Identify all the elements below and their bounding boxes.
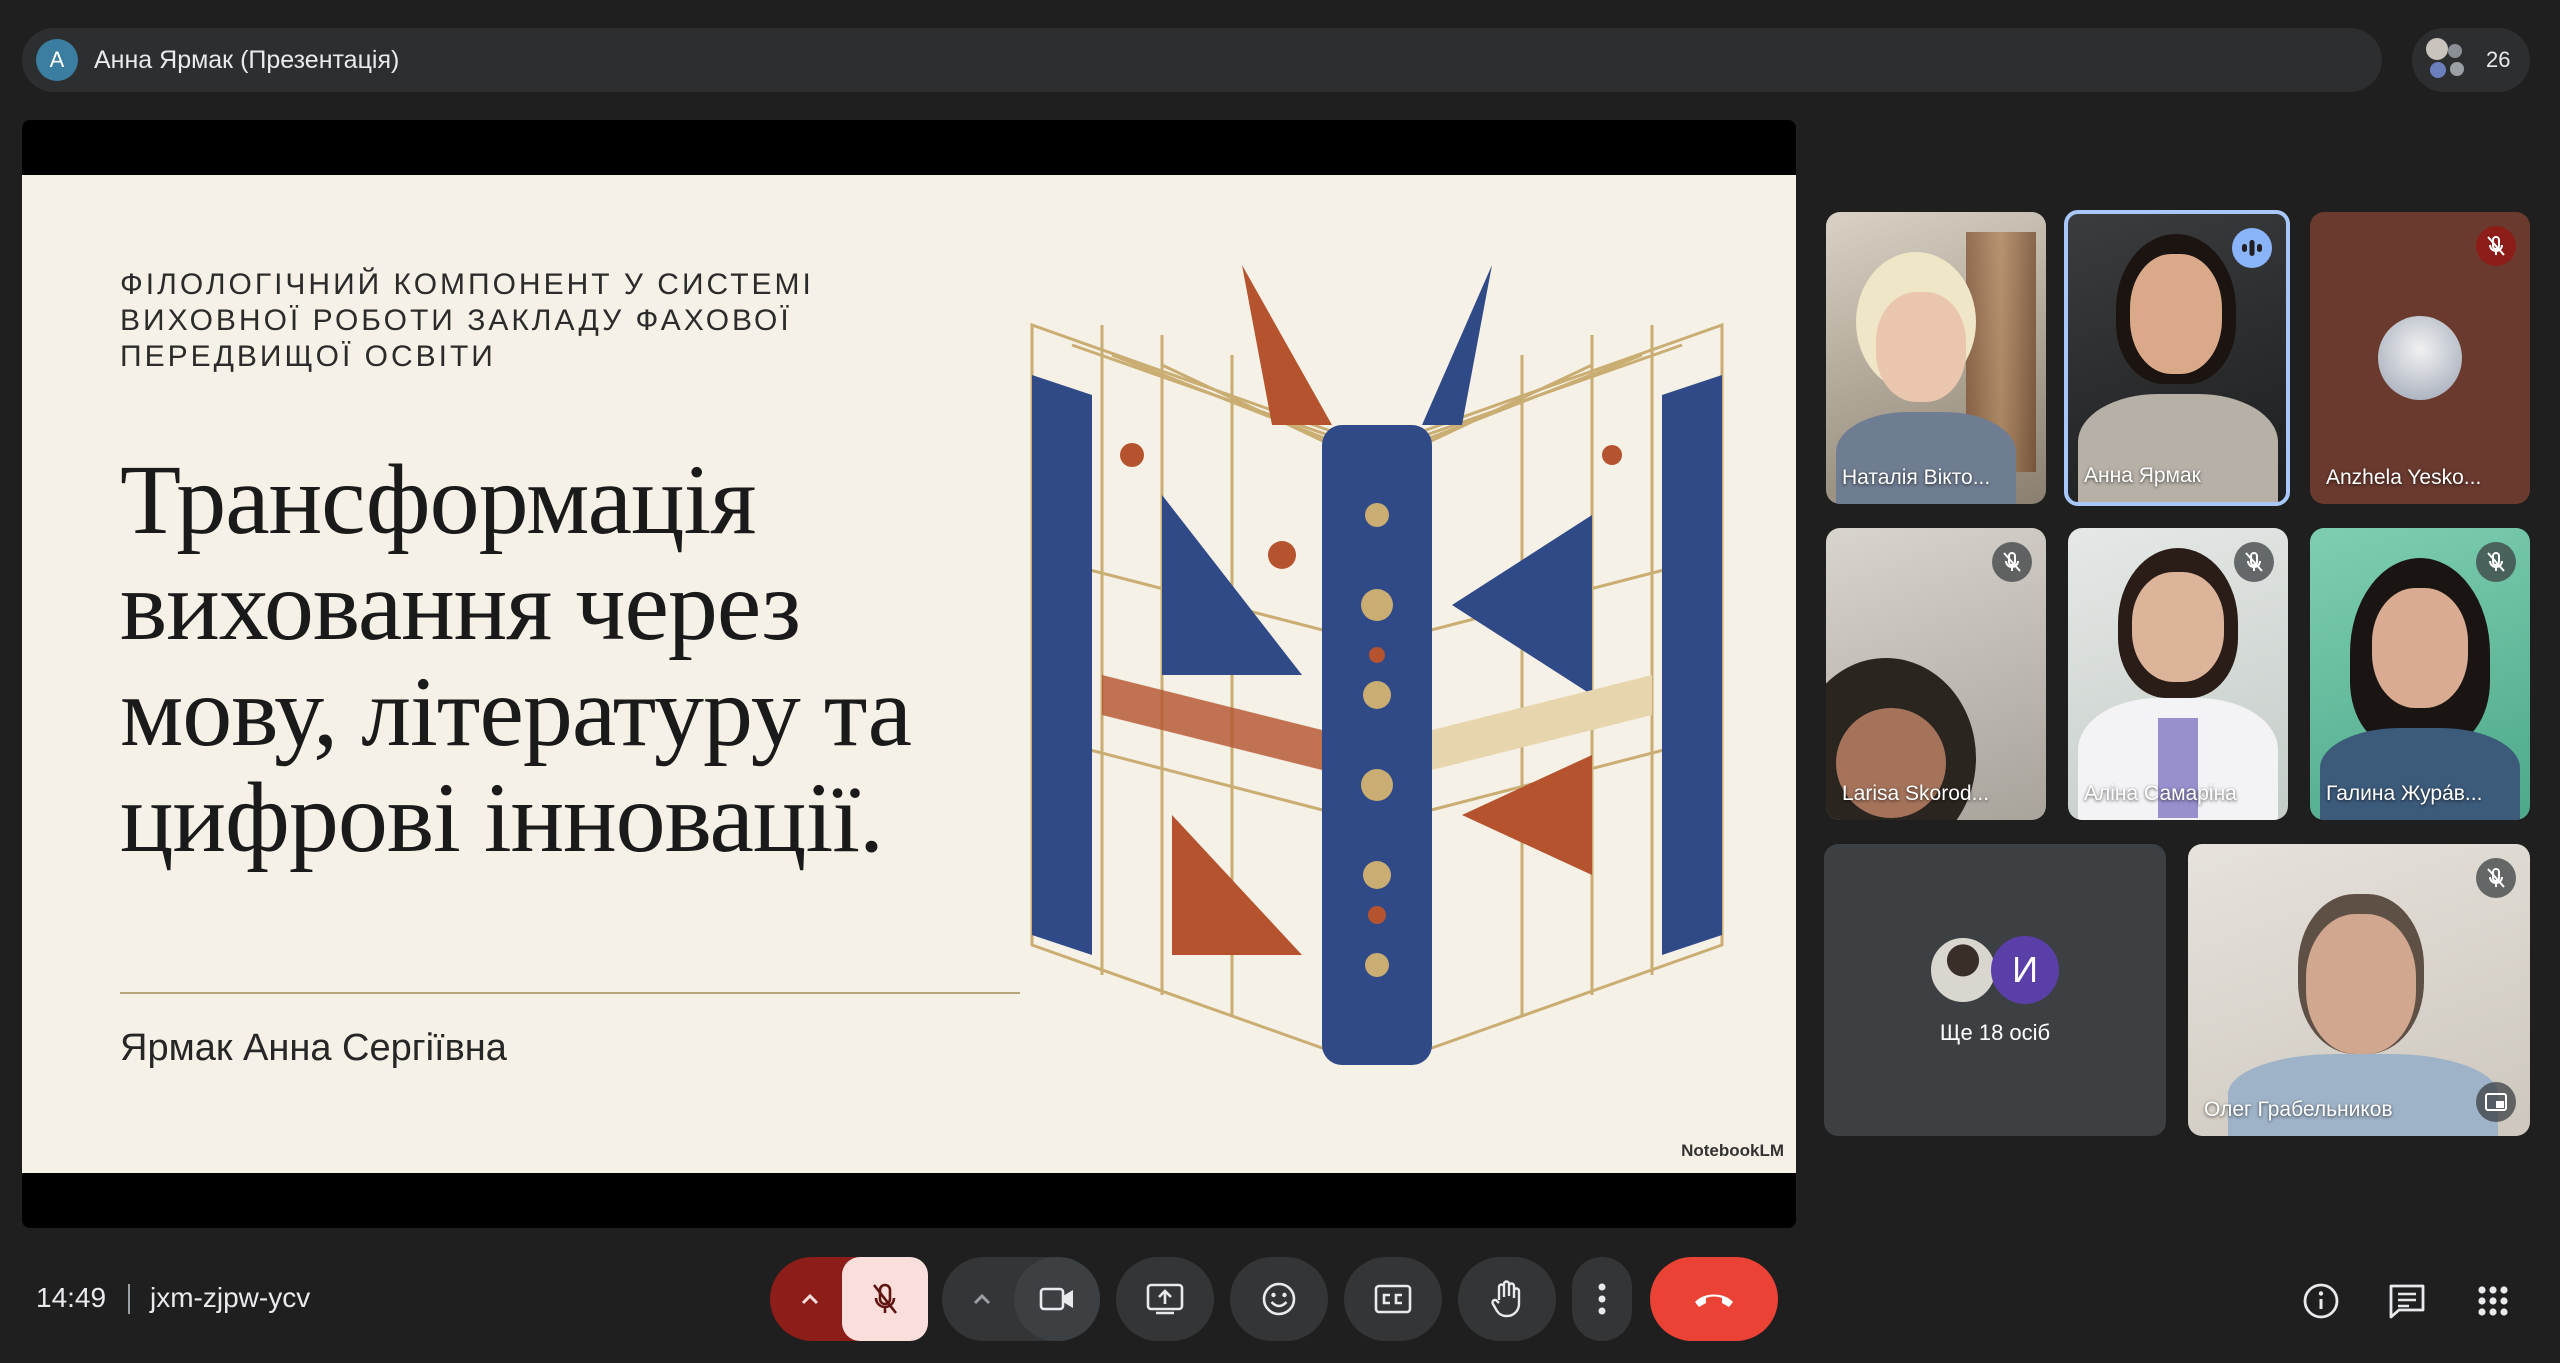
participant-name: Галина Жура́в... [2326,782,2483,805]
call-end-icon [1695,1294,1733,1307]
participant-tile[interactable]: Олег Грабельников [2188,844,2530,1136]
participant-name: Anzhela Yesko... [2326,466,2482,489]
mic-off-icon [2476,858,2516,898]
more-vert-icon [1598,1283,1606,1315]
presenter-avatar: А [36,39,78,81]
chevron-up-icon [973,1293,991,1305]
activities-button[interactable] [2468,1276,2518,1326]
mic-control-group [770,1257,928,1341]
picture-in-picture-icon[interactable] [2476,1082,2516,1122]
captions-button[interactable] [1344,1257,1442,1341]
others-tile[interactable]: И Ще 18 осіб [1824,844,2166,1136]
participant-name: Наталія Вікто... [1842,466,1991,489]
mic-toggle-button[interactable] [842,1257,928,1341]
slide-kicker: ФІЛОЛОГІЧНИЙ КОМПОНЕНТ У СИСТЕМІ ВИХОВНО… [120,268,814,373]
participant-name: Аліна Самаріна [2084,782,2237,805]
participant-tile[interactable]: Anzhela Yesko... [2310,212,2530,504]
reactions-button[interactable] [1230,1257,1328,1341]
mic-off-icon [1992,542,2032,582]
book-illustration [1030,265,1724,1065]
participant-tile[interactable]: Наталія Вікто... [1826,212,2046,504]
chevron-up-icon [801,1293,819,1305]
apps-grid-icon [2478,1286,2508,1316]
bottombar-divider [128,1284,130,1314]
video-options-button[interactable] [942,1257,1022,1341]
chat-icon [2389,1284,2425,1319]
meet-window: А Анна Ярмак (Презентація) 26 ФІЛОЛОГІЧН… [0,0,2560,1363]
participants-avatars-icon [2426,38,2470,82]
slide-divider [120,992,1020,994]
participant-tile[interactable]: Larisa Skorod... [1826,528,2046,820]
others-avatar-photo [1929,936,1997,1004]
participant-tile[interactable]: Галина Жура́в... [2310,528,2530,820]
mic-off-icon [2476,226,2516,266]
leave-call-button[interactable] [1650,1257,1778,1341]
camera-control-group [942,1257,1100,1341]
emoji-icon [1262,1282,1296,1316]
others-count-label: Ще 18 осіб [1939,1020,2051,1045]
participant-name: Анна Ярмак [2084,464,2201,487]
slide-author: Ярмак Анна Сергіївна [120,1027,507,1069]
meeting-code[interactable]: jxm-zjpw-ycv [150,1282,310,1314]
present-screen-icon [1146,1283,1184,1315]
speaking-indicator-icon [2232,228,2272,268]
participants-button[interactable]: 26 [2412,28,2530,92]
presentation-banner[interactable]: А Анна Ярмак (Презентація) [22,28,2382,92]
meeting-details-button[interactable] [2296,1276,2346,1326]
participant-count: 26 [2486,47,2511,72]
chat-button[interactable] [2382,1276,2432,1326]
notebooklm-watermark: NotebookLM [1681,1141,1784,1160]
participant-name: Larisa Skorod... [1842,782,1990,805]
participant-tile[interactable]: Аліна Самаріна [2068,528,2288,820]
mic-off-icon [2234,542,2274,582]
slide: ФІЛОЛОГІЧНИЙ КОМПОНЕНТ У СИСТЕМІ ВИХОВНО… [22,175,1796,1173]
mic-off-icon [2476,542,2516,582]
info-icon [2303,1283,2339,1319]
participant-tile-speaking[interactable]: Анна Ярмак [2064,210,2290,506]
presenter-label: Анна Ярмак (Презентація) [94,45,400,74]
raise-hand-button[interactable] [1458,1257,1556,1341]
camera-toggle-button[interactable] [1014,1257,1100,1341]
mic-off-icon [872,1283,898,1314]
present-button[interactable] [1116,1257,1214,1341]
audio-options-button[interactable] [770,1257,850,1341]
slide-headline: Трансформація виховання через мову, літе… [120,444,912,873]
meeting-time: 14:49 [36,1282,107,1313]
closed-captions-icon [1374,1284,1412,1314]
others-avatar-initial: И [1991,936,2059,1004]
more-options-button[interactable] [1572,1257,1632,1341]
videocam-icon [1039,1287,1073,1311]
raise-hand-icon [1491,1280,1521,1318]
presentation-stage: ФІЛОЛОГІЧНИЙ КОМПОНЕНТ У СИСТЕМІ ВИХОВНО… [22,120,1796,1228]
participant-name: Олег Грабельников [2204,1098,2393,1121]
